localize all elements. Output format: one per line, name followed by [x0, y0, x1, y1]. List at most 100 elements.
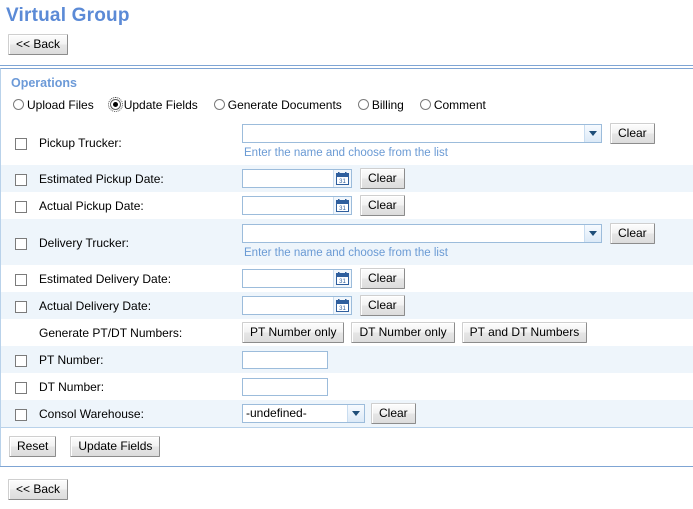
row-checkbox-cell — [1, 380, 35, 394]
field-row-dt-number: DT Number: — [1, 373, 693, 401]
radio-icon — [213, 99, 225, 111]
row-checkbox-cell — [1, 299, 35, 313]
checkbox-pt-number[interactable] — [15, 354, 27, 367]
date-input-estimated-pickup-date[interactable]: 31 — [242, 169, 352, 189]
back-button-bottom[interactable]: << Back — [8, 479, 69, 501]
top-back-container: << Back — [0, 27, 693, 55]
radio-label: Comment — [433, 98, 486, 113]
radio-billing[interactable]: Billing — [357, 97, 404, 113]
pickup-trucker-hint: Enter the name and choose from the list — [244, 147, 448, 160]
chevron-down-icon[interactable] — [584, 225, 601, 243]
chevron-down-icon[interactable] — [347, 405, 364, 423]
field-label: Generate PT/DT Numbers: — [39, 325, 183, 340]
page-root: Virtual Group << Back Operations Upload … — [0, 0, 693, 509]
clear-button-consol-warehouse[interactable]: Clear — [371, 403, 416, 425]
field-control-cell: -undefined- Clear — [242, 403, 693, 425]
svg-text:31: 31 — [339, 179, 346, 185]
radio-comment[interactable]: Comment — [419, 97, 486, 113]
radio-label: Upload Files — [27, 98, 94, 113]
clear-button-delivery-trucker[interactable]: Clear — [610, 223, 655, 245]
field-control-cell: 31 Clear — [242, 195, 693, 217]
checkbox-dt-number[interactable] — [15, 381, 27, 394]
checkbox-actual-pickup-date[interactable] — [15, 200, 27, 213]
calendar-icon[interactable]: 31 — [333, 170, 351, 188]
field-row-delivery-trucker: Delivery Trucker: Clear Enter the name a… — [1, 219, 693, 266]
field-row-generate-pt-dt-numbers: Generate PT/DT Numbers: PT Number only D… — [1, 319, 693, 347]
operations-panel: Operations Upload Files Update Fields Ge… — [0, 65, 693, 468]
operations-panel-inner: Operations Upload Files Update Fields Ge… — [0, 68, 693, 467]
row-checkbox-cell — [1, 272, 35, 286]
date-input-actual-delivery-date[interactable]: 31 — [242, 296, 352, 316]
checkbox-consol-warehouse[interactable] — [15, 408, 27, 421]
dt-number-input[interactable] — [242, 377, 328, 396]
checkbox-actual-delivery-date[interactable] — [15, 300, 27, 313]
svg-text:31: 31 — [339, 279, 346, 285]
row-checkbox-cell — [1, 353, 35, 367]
field-control-cell: 31 Clear — [242, 168, 693, 190]
calendar-icon[interactable]: 31 — [333, 270, 351, 288]
generate-pt-number-only-button[interactable]: PT Number only — [242, 322, 345, 344]
generate-pt-and-dt-numbers-button[interactable]: PT and DT Numbers — [461, 322, 588, 344]
reset-button[interactable]: Reset — [9, 436, 57, 458]
row-checkbox-cell — [1, 199, 35, 213]
field-row-actual-pickup-date: Actual Pickup Date: 31 Clear — [1, 192, 693, 220]
consol-warehouse-value: -undefined- — [246, 406, 307, 421]
clear-button-estimated-pickup-date[interactable]: Clear — [360, 168, 405, 190]
field-control-cell: Clear Enter the name and choose from the… — [242, 223, 693, 260]
calendar-icon[interactable]: 31 — [333, 197, 351, 215]
field-control-cell: 31 Clear — [242, 295, 693, 317]
calendar-icon[interactable]: 31 — [333, 297, 351, 315]
row-checkbox-cell — [1, 407, 35, 421]
generate-dt-number-only-button[interactable]: DT Number only — [351, 322, 455, 344]
checkbox-pickup-trucker[interactable] — [15, 138, 27, 151]
actual-delivery-date-input[interactable] — [243, 297, 333, 315]
checkbox-estimated-pickup-date[interactable] — [15, 173, 27, 186]
checkbox-estimated-delivery-date[interactable] — [15, 273, 27, 286]
combobox-pickup-trucker[interactable] — [242, 124, 602, 144]
clear-button-actual-pickup-date[interactable]: Clear — [360, 195, 405, 217]
field-label: Actual Delivery Date: — [39, 298, 152, 313]
bottom-back-container: << Back — [0, 467, 693, 501]
clear-button-actual-delivery-date[interactable]: Clear — [360, 295, 405, 317]
field-row-estimated-pickup-date: Estimated Pickup Date: 31 Clear — [1, 165, 693, 193]
field-row-consol-warehouse: Consol Warehouse: -undefined- Clear — [1, 400, 693, 428]
clear-button-estimated-delivery-date[interactable]: Clear — [360, 268, 405, 290]
radio-icon — [357, 99, 369, 111]
pt-number-input[interactable] — [242, 350, 328, 369]
radio-upload-files[interactable]: Upload Files — [13, 97, 94, 112]
pickup-trucker-input[interactable] — [243, 125, 584, 143]
estimated-delivery-date-input[interactable] — [243, 270, 333, 288]
back-button-top[interactable]: << Back — [8, 34, 69, 55]
date-input-actual-pickup-date[interactable]: 31 — [242, 196, 352, 216]
chevron-down-icon[interactable] — [584, 125, 601, 143]
svg-text:31: 31 — [339, 306, 346, 312]
operations-header: Operations — [11, 76, 77, 90]
delivery-trucker-input[interactable] — [243, 225, 584, 243]
radio-label: Generate Documents — [227, 98, 342, 113]
radio-label: Update Fields — [123, 98, 198, 113]
radio-update-fields[interactable]: Update Fields — [107, 97, 198, 113]
radio-generate-documents[interactable]: Generate Documents — [213, 97, 342, 113]
field-row-pickup-trucker: Pickup Trucker: Clear Enter the name and… — [1, 119, 693, 166]
checkbox-delivery-trucker[interactable] — [15, 238, 27, 251]
field-control-cell: Clear Enter the name and choose from the… — [242, 123, 693, 160]
operation-mode-radio-group: Upload Files Update Fields Generate Docu… — [1, 96, 693, 119]
update-fields-button[interactable]: Update Fields — [70, 436, 161, 458]
estimated-pickup-date-input[interactable] — [243, 170, 333, 188]
field-row-estimated-delivery-date: Estimated Delivery Date: 31 Clear — [1, 265, 693, 293]
date-input-estimated-delivery-date[interactable]: 31 — [242, 269, 352, 289]
radio-label: Billing — [371, 98, 404, 113]
clear-button-pickup-trucker[interactable]: Clear — [610, 123, 655, 145]
row-checkbox-cell — [1, 223, 35, 251]
select-consol-warehouse[interactable]: -undefined- — [242, 404, 365, 424]
radio-icon — [419, 99, 431, 111]
field-row-actual-delivery-date: Actual Delivery Date: 31 Clear — [1, 292, 693, 320]
field-row-pt-number: PT Number: — [1, 346, 693, 374]
combobox-delivery-trucker[interactable] — [242, 224, 602, 244]
field-label: Consol Warehouse: — [39, 406, 144, 421]
field-control-cell — [242, 350, 693, 369]
row-checkbox-cell — [1, 172, 35, 186]
actual-pickup-date-input[interactable] — [243, 197, 333, 215]
form-actions: Reset Update Fields — [1, 427, 693, 467]
row-checkbox-cell — [1, 123, 35, 151]
